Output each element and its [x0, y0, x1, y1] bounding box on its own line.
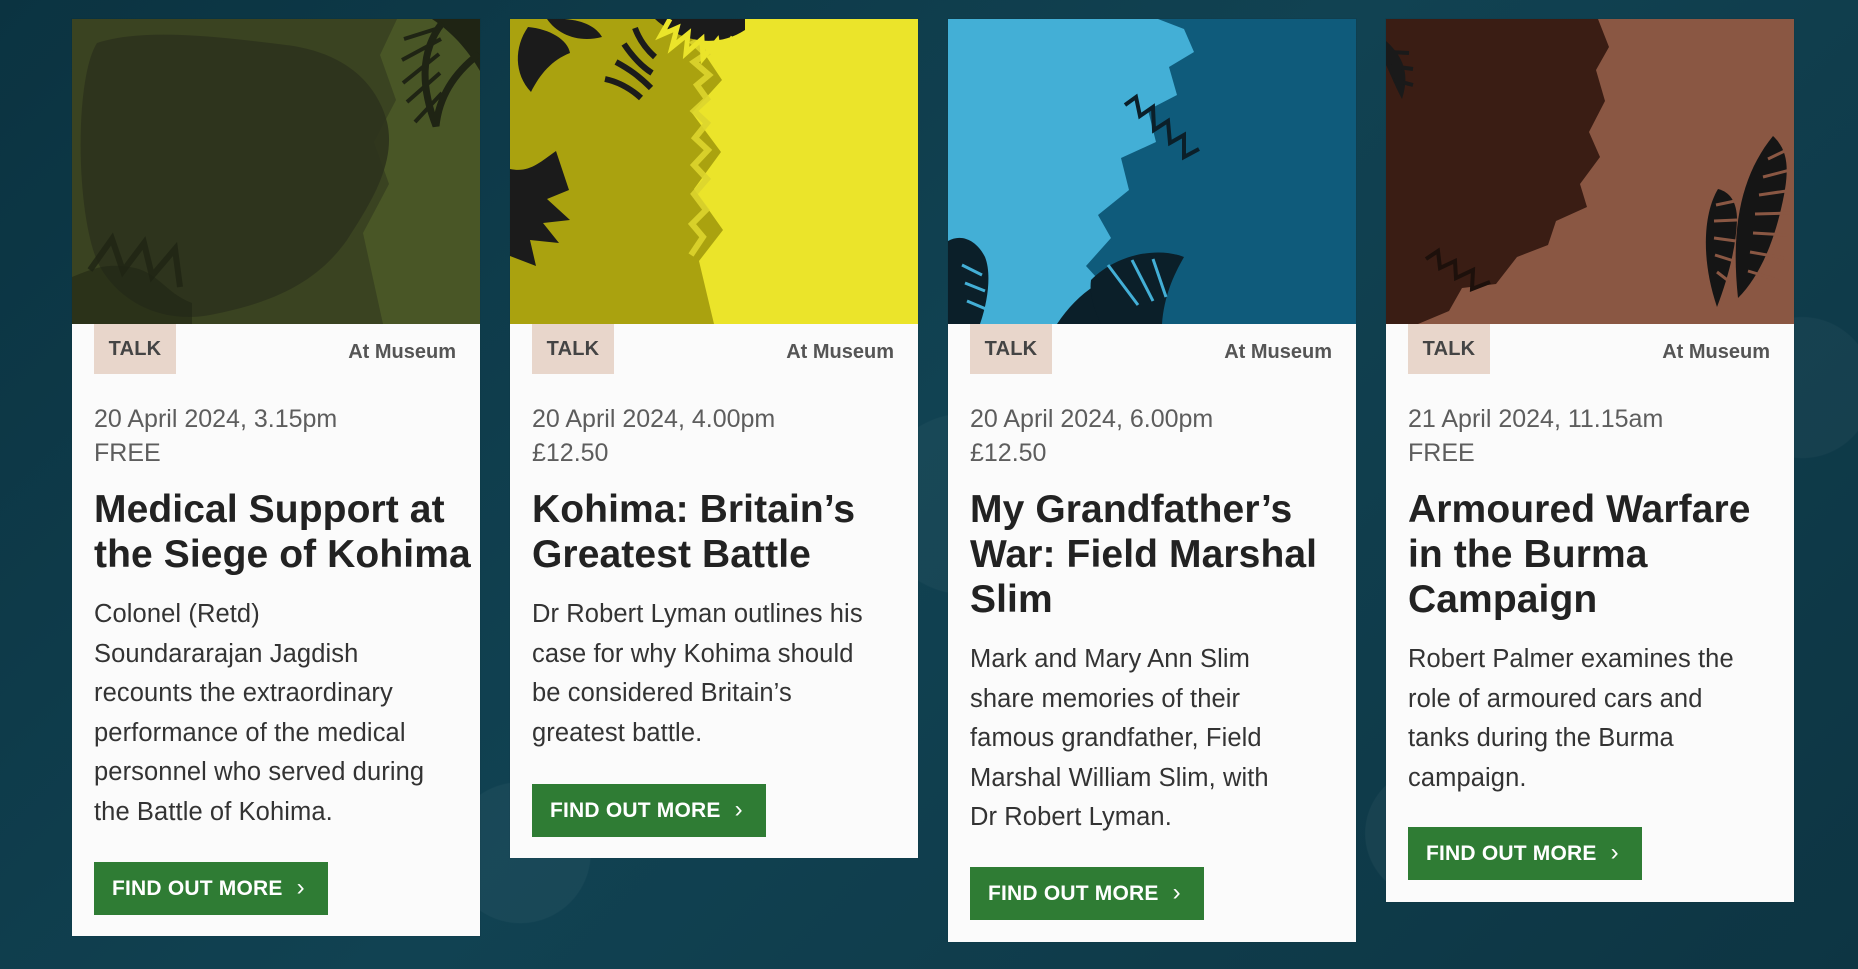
event-title: Medical Support at the Siege of Kohima	[94, 487, 480, 577]
jungle-illustration	[948, 19, 1356, 324]
event-description: Colonel (Retd) Soundararajan Jagdish rec…	[94, 595, 480, 832]
event-title-line: Greatest Battle	[532, 533, 811, 576]
event-description-line: Robert Palmer examines the	[1408, 645, 1734, 673]
event-title-line: in the Burma	[1408, 533, 1648, 576]
event-date: 20 April 2024, 4.00pm	[532, 405, 776, 433]
chevron-right-icon: ›	[1172, 878, 1181, 906]
event-description-line: be considered Britain’s	[532, 679, 792, 707]
event-title-line: Kohima: Britain’s	[532, 488, 856, 531]
event-date: 20 April 2024, 6.00pm	[970, 405, 1214, 433]
event-description-line: famous grandfather, Field	[970, 724, 1262, 752]
find-out-more-button[interactable]: FIND OUT MORE ›	[970, 867, 1204, 920]
event-description-line: share memories of their	[970, 684, 1241, 713]
event-description-line: tanks during the Burma	[1408, 724, 1674, 752]
event-image	[1386, 19, 1794, 324]
event-description: Dr Robert Lyman outlines his case for wh…	[532, 595, 918, 753]
event-description-line: performance of the medical	[94, 718, 406, 747]
event-description-line: personnel who served during	[94, 758, 425, 786]
event-type-tag: TALK	[1408, 324, 1490, 374]
jungle-illustration	[510, 19, 918, 324]
event-description-line: Soundararajan Jagdish	[94, 639, 359, 668]
event-date: 21 April 2024, 11.15am	[1408, 405, 1664, 433]
event-location: At Museum	[1662, 341, 1770, 363]
event-description-line: the Battle of Kohima.	[94, 797, 333, 826]
event-description: Mark and Mary Ann Slim share memories of…	[970, 640, 1356, 838]
event-title: My Grandfather’s War: Field Marshal Slim	[970, 487, 1356, 622]
event-title-line: Armoured Warfare	[1408, 488, 1751, 531]
event-card: TALK At Museum 20 April 2024, 4.00pm £12…	[510, 19, 918, 858]
event-type-tag: TALK	[970, 324, 1052, 374]
event-image	[510, 19, 918, 324]
event-location: At Museum	[348, 341, 456, 363]
event-card: TALK At Museum 21 April 2024, 11.15am FR…	[1386, 19, 1794, 902]
event-title-line: Campaign	[1408, 578, 1598, 621]
chevron-right-icon: ›	[734, 795, 743, 823]
event-description-line: Dr Robert Lyman.	[970, 803, 1172, 831]
event-description-line: greatest battle.	[532, 718, 703, 747]
event-description-line: case for why Kohima should	[532, 639, 854, 668]
find-out-more-button[interactable]: FIND OUT MORE ›	[1408, 827, 1642, 880]
event-title-line: My Grandfather’s	[970, 488, 1293, 531]
find-out-more-button[interactable]: FIND OUT MORE ›	[532, 784, 766, 837]
jungle-illustration	[72, 19, 480, 324]
find-out-more-label: FIND OUT MORE	[550, 798, 721, 822]
event-title-line: Medical Support at	[94, 488, 445, 531]
event-description-line: Mark and Mary Ann Slim	[970, 645, 1250, 673]
find-out-more-label: FIND OUT MORE	[112, 876, 283, 900]
event-title-line: the Siege of Kohima	[94, 533, 471, 576]
event-title: Kohima: Britain’s Greatest Battle	[532, 487, 918, 577]
event-title-line: War: Field Marshal	[970, 533, 1318, 576]
find-out-more-button[interactable]: FIND OUT MORE ›	[94, 862, 328, 915]
event-price: £12.50	[970, 439, 1047, 467]
chevron-right-icon: ›	[296, 873, 305, 901]
event-location: At Museum	[1224, 341, 1332, 363]
event-location: At Museum	[786, 341, 894, 363]
event-card: TALK At Museum 20 April 2024, 3.15pm FRE…	[72, 19, 480, 936]
event-description-line: role of armoured cars and	[1408, 684, 1703, 713]
jungle-illustration	[1386, 19, 1794, 324]
find-out-more-label: FIND OUT MORE	[1426, 841, 1597, 865]
event-description-line: recounts the extraordinary	[94, 679, 393, 707]
find-out-more-label: FIND OUT MORE	[988, 881, 1159, 905]
chevron-right-icon: ›	[1610, 838, 1619, 866]
event-card: TALK At Museum 20 April 2024, 6.00pm £12…	[948, 19, 1356, 942]
event-date: 20 April 2024, 3.15pm	[94, 405, 338, 433]
event-image	[72, 19, 480, 324]
event-description-line: campaign.	[1408, 763, 1527, 792]
event-title-line: Slim	[970, 578, 1053, 621]
event-price: FREE	[1408, 439, 1475, 467]
event-description: Robert Palmer examines the role of armou…	[1408, 640, 1794, 798]
event-price: £12.50	[532, 439, 609, 467]
event-description-line: Marshal William Slim, with	[970, 763, 1269, 792]
event-card-grid: TALK At Museum 20 April 2024, 3.15pm FRE…	[0, 0, 1858, 969]
event-type-tag: TALK	[532, 324, 614, 374]
event-image	[948, 19, 1356, 324]
event-description-line: Dr Robert Lyman outlines his	[532, 600, 863, 628]
event-price: FREE	[94, 439, 161, 467]
event-title: Armoured Warfare in the Burma Campaign	[1408, 487, 1794, 622]
event-type-tag: TALK	[94, 324, 176, 374]
event-description-line: Colonel (Retd)	[94, 600, 260, 628]
